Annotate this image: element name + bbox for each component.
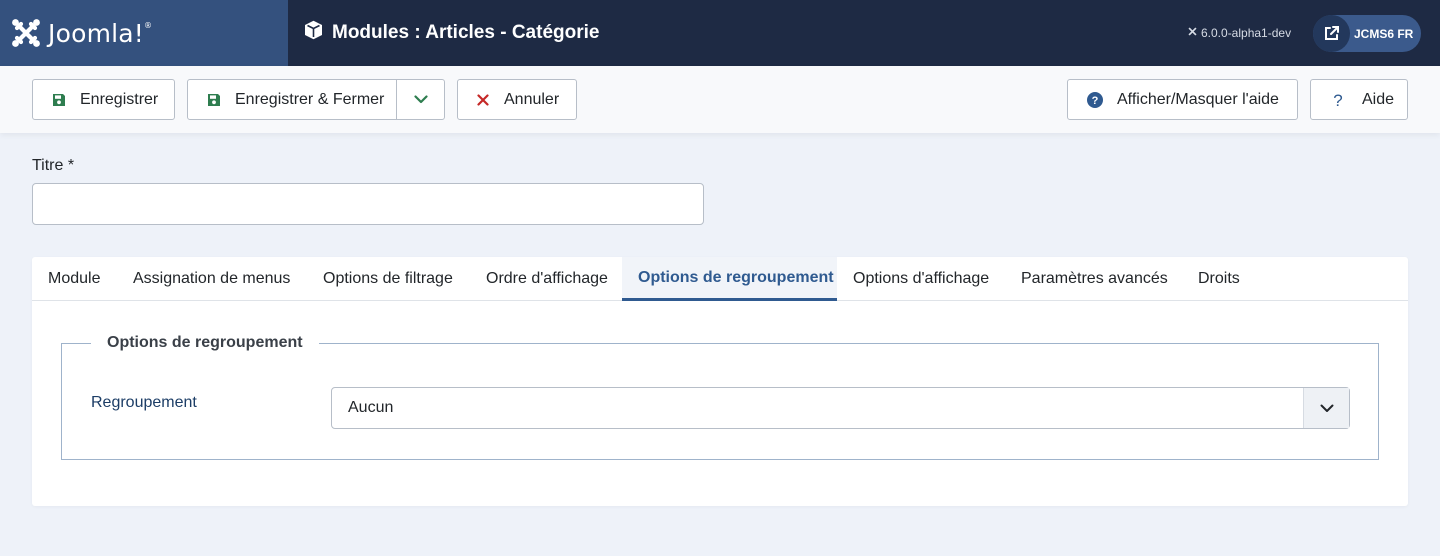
svg-text:?: ? <box>1092 95 1099 107</box>
tab-grouping-options[interactable]: Options de regroupement <box>622 257 837 301</box>
tab-ordering[interactable]: Ordre d'affichage <box>470 257 622 301</box>
tab-permissions[interactable]: Droits <box>1182 257 1258 301</box>
tab-bar: Module Assignation de menus Options de f… <box>32 257 1408 301</box>
save-icon <box>52 93 66 107</box>
registered-mark: ® <box>144 20 153 30</box>
joomla-logo-text: Joomla!® <box>48 18 153 48</box>
tab-advanced-settings[interactable]: Paramètres avancés <box>1005 257 1182 301</box>
grouping-fieldset: Options de regroupement Regroupement Auc… <box>61 334 1379 460</box>
save-icon <box>207 93 221 107</box>
joomla-logo[interactable]: Joomla!® <box>0 0 288 66</box>
title-input[interactable] <box>32 183 704 225</box>
chevron-down-icon <box>414 91 428 109</box>
cancel-button[interactable]: Annuler <box>457 79 577 120</box>
cancel-label: Annuler <box>504 90 560 108</box>
help-label: Aide <box>1362 90 1395 108</box>
grouping-select[interactable]: Aucun <box>331 387 1350 429</box>
save-close-label: Enregistrer & Fermer <box>235 90 385 108</box>
title-label: Titre * <box>32 157 75 174</box>
version-info: 6.0.0-alpha1-dev <box>1187 26 1291 40</box>
close-icon <box>477 93 489 106</box>
module-edit-card: Module Assignation de menus Options de f… <box>32 257 1408 506</box>
help-button[interactable]: ? Aide <box>1310 79 1408 120</box>
view-site-button[interactable]: JCMS6 FR <box>1313 15 1421 52</box>
tab-display-options[interactable]: Options d'affichage <box>837 257 1005 301</box>
toggle-help-label: Afficher/Masquer l'aide <box>1117 90 1279 108</box>
save-options-dropdown[interactable] <box>396 80 445 119</box>
svg-text:?: ? <box>1333 92 1342 108</box>
question-icon: ? <box>1333 92 1343 108</box>
joomla-small-icon <box>1187 26 1198 40</box>
page-title-text: Modules : Articles - Catégorie <box>332 22 600 43</box>
external-link-icon <box>1313 15 1350 52</box>
grouping-selected-value: Aucun <box>348 399 394 416</box>
chevron-down-icon <box>1303 388 1349 428</box>
tab-filtering-options[interactable]: Options de filtrage <box>308 257 470 301</box>
cube-icon <box>304 20 323 46</box>
save-button[interactable]: Enregistrer <box>32 79 175 120</box>
app-header: Joomla!® Modules : Articles - Catégorie … <box>0 0 1440 66</box>
tab-menu-assignment[interactable]: Assignation de menus <box>121 257 308 301</box>
joomla-logo-icon <box>10 17 42 49</box>
toolbar: Enregistrer Enregistrer & Fermer Annuler <box>0 66 1440 133</box>
question-circle-icon: ? <box>1087 91 1103 108</box>
save-label: Enregistrer <box>80 90 159 108</box>
site-name: JCMS6 FR <box>1354 26 1414 41</box>
toggle-help-button[interactable]: ? Afficher/Masquer l'aide <box>1067 79 1298 120</box>
page-title: Modules : Articles - Catégorie <box>304 20 599 46</box>
grouping-legend: Options de regroupement <box>91 334 319 352</box>
tab-module[interactable]: Module <box>32 257 121 301</box>
version-text: 6.0.0-alpha1-dev <box>1201 26 1292 40</box>
grouping-label: Regroupement <box>91 394 197 411</box>
save-close-button[interactable]: Enregistrer & Fermer <box>187 79 445 120</box>
